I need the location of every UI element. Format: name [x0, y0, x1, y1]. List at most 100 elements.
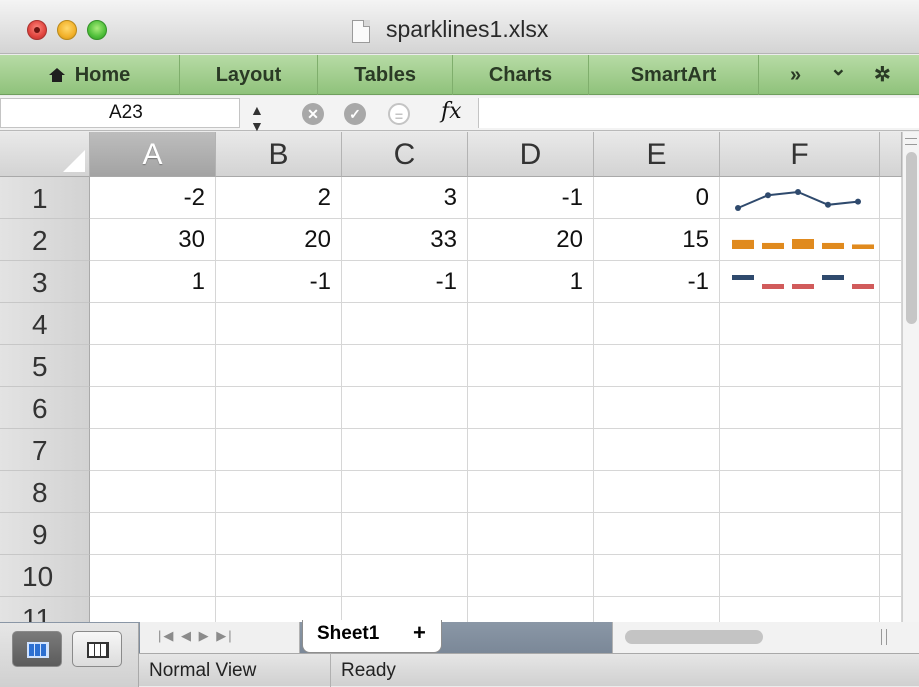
cell-c5[interactable]: [342, 345, 468, 387]
cell-g4[interactable]: [880, 303, 902, 345]
cell-f6[interactable]: [720, 387, 880, 429]
cell-g1[interactable]: [880, 177, 902, 219]
cell-e5[interactable]: [594, 345, 720, 387]
insert-function-icon[interactable]: =: [388, 103, 410, 125]
cell-g9[interactable]: [880, 513, 902, 555]
cell-d10[interactable]: [468, 555, 594, 597]
page-layout-view-button[interactable]: [72, 631, 122, 667]
row-header-5[interactable]: 5: [0, 345, 90, 387]
cell-d3[interactable]: 1: [468, 261, 594, 303]
cell-f8[interactable]: [720, 471, 880, 513]
sheet-tab-sheet1[interactable]: Sheet1 +: [302, 620, 442, 653]
cell-e9[interactable]: [594, 513, 720, 555]
cell-c6[interactable]: [342, 387, 468, 429]
add-sheet-button[interactable]: +: [413, 619, 426, 647]
cell-g7[interactable]: [880, 429, 902, 471]
cell-e10[interactable]: [594, 555, 720, 597]
cell-c8[interactable]: [342, 471, 468, 513]
cell-b4[interactable]: [216, 303, 342, 345]
confirm-entry-icon[interactable]: ✓: [344, 103, 366, 125]
cell-a4[interactable]: [90, 303, 216, 345]
horizontal-scroll-thumb[interactable]: [625, 630, 763, 644]
close-window-button[interactable]: [27, 20, 47, 40]
cell-a6[interactable]: [90, 387, 216, 429]
cell-c7[interactable]: [342, 429, 468, 471]
cell-b2[interactable]: 20: [216, 219, 342, 261]
tab-charts[interactable]: Charts: [453, 55, 589, 95]
normal-view-button[interactable]: [12, 631, 62, 667]
cell-a11[interactable]: [90, 597, 216, 622]
cell-b1[interactable]: 2: [216, 177, 342, 219]
cell-a7[interactable]: [90, 429, 216, 471]
split-handle-icon[interactable]: [905, 138, 917, 145]
cell-e2[interactable]: 15: [594, 219, 720, 261]
cell-e6[interactable]: [594, 387, 720, 429]
cell-b8[interactable]: [216, 471, 342, 513]
row-header-1[interactable]: 1: [0, 177, 90, 219]
cell-f5[interactable]: [720, 345, 880, 387]
name-box[interactable]: A23: [0, 98, 240, 128]
cell-b11[interactable]: [216, 597, 342, 622]
cell-f11[interactable]: [720, 597, 880, 622]
cell-a8[interactable]: [90, 471, 216, 513]
cell-g10[interactable]: [880, 555, 902, 597]
name-box-stepper-icon[interactable]: ▲ ▼: [250, 102, 264, 134]
cell-a1[interactable]: -2: [90, 177, 216, 219]
sheet-navigation-arrows[interactable]: |◀ ◀ ▶ ▶|: [140, 622, 300, 653]
row-header-10[interactable]: 10: [0, 555, 90, 597]
cell-a5[interactable]: [90, 345, 216, 387]
cell-d8[interactable]: [468, 471, 594, 513]
row-header-6[interactable]: 6: [0, 387, 90, 429]
tab-layout[interactable]: Layout: [180, 55, 318, 95]
cell-c11[interactable]: [342, 597, 468, 622]
cancel-entry-icon[interactable]: ✕: [302, 103, 324, 125]
cell-e4[interactable]: [594, 303, 720, 345]
tab-home[interactable]: Home: [0, 55, 180, 95]
cell-g3[interactable]: [880, 261, 902, 303]
cell-b7[interactable]: [216, 429, 342, 471]
cell-g2[interactable]: [880, 219, 902, 261]
cell-a9[interactable]: [90, 513, 216, 555]
zoom-window-button[interactable]: [87, 20, 107, 40]
cell-b9[interactable]: [216, 513, 342, 555]
more-tabs-icon[interactable]: »: [790, 55, 801, 95]
cell-g11[interactable]: [880, 597, 902, 622]
cell-g8[interactable]: [880, 471, 902, 513]
minimize-window-button[interactable]: [57, 20, 77, 40]
cell-c2[interactable]: 33: [342, 219, 468, 261]
column-header-e[interactable]: E: [594, 132, 720, 177]
cell-c1[interactable]: 3: [342, 177, 468, 219]
cell-a10[interactable]: [90, 555, 216, 597]
column-header-a[interactable]: A: [90, 132, 216, 177]
column-header-b[interactable]: B: [216, 132, 342, 177]
row-header-11[interactable]: 11: [0, 597, 90, 622]
cell-f10[interactable]: [720, 555, 880, 597]
tab-tables[interactable]: Tables: [318, 55, 453, 95]
cell-a2[interactable]: 30: [90, 219, 216, 261]
cell-d2[interactable]: 20: [468, 219, 594, 261]
cell-b10[interactable]: [216, 555, 342, 597]
row-header-9[interactable]: 9: [0, 513, 90, 555]
cell-b6[interactable]: [216, 387, 342, 429]
formula-input[interactable]: [478, 98, 919, 128]
cell-d5[interactable]: [468, 345, 594, 387]
vertical-scroll-thumb[interactable]: [906, 152, 917, 324]
cell-g6[interactable]: [880, 387, 902, 429]
column-header-c[interactable]: C: [342, 132, 468, 177]
cell-d7[interactable]: [468, 429, 594, 471]
tab-smartart[interactable]: SmartArt: [589, 55, 759, 95]
select-all-corner[interactable]: [0, 132, 90, 177]
cell-c9[interactable]: [342, 513, 468, 555]
horizontal-scrollbar[interactable]: [612, 622, 919, 653]
cell-a3[interactable]: 1: [90, 261, 216, 303]
cell-c4[interactable]: [342, 303, 468, 345]
cell-d9[interactable]: [468, 513, 594, 555]
column-header-g[interactable]: [880, 132, 902, 177]
row-header-2[interactable]: 2: [0, 219, 90, 261]
cell-e8[interactable]: [594, 471, 720, 513]
row-header-8[interactable]: 8: [0, 471, 90, 513]
cell-e1[interactable]: 0: [594, 177, 720, 219]
cell-b3[interactable]: -1: [216, 261, 342, 303]
cell-f9[interactable]: [720, 513, 880, 555]
cell-c3[interactable]: -1: [342, 261, 468, 303]
